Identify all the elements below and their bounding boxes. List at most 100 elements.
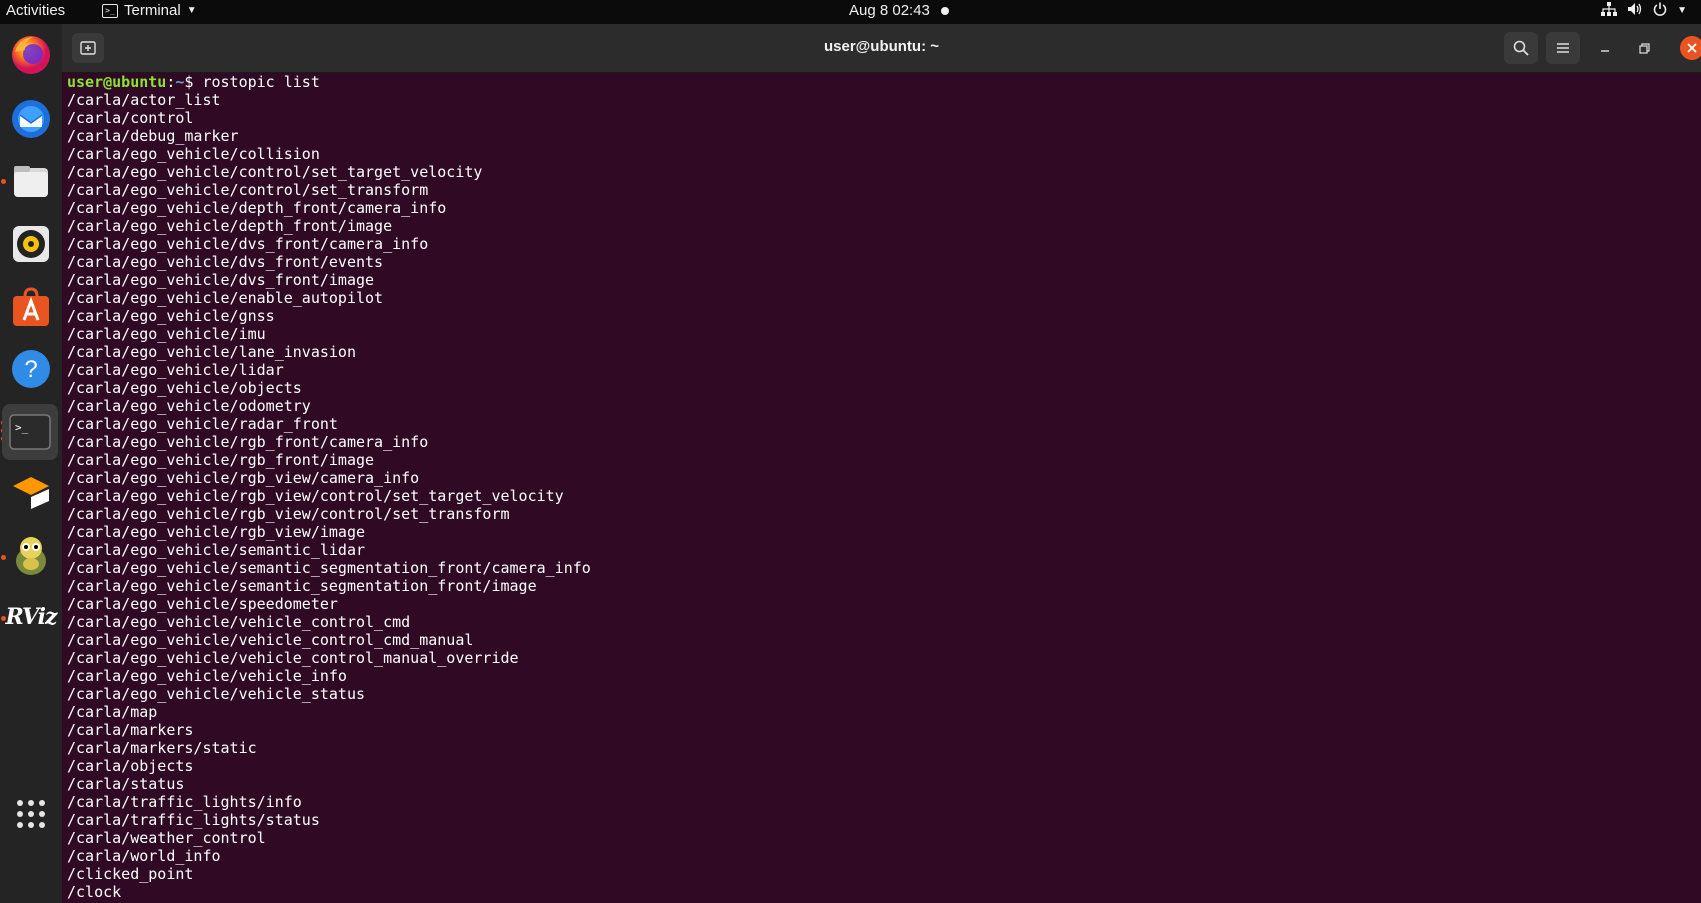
search-button[interactable]: [1504, 32, 1538, 64]
output-line: /carla/ego_vehicle/rgb_view/control/set_…: [67, 487, 564, 505]
volume-icon[interactable]: [1627, 2, 1643, 19]
output-line: /carla/ego_vehicle/radar_front: [67, 415, 338, 433]
svg-text:>_: >_: [15, 421, 29, 434]
chevron-down-icon[interactable]: ▼: [1677, 5, 1687, 16]
output-line: /carla/status: [67, 775, 185, 793]
output-line: /carla/ego_vehicle/lidar: [67, 361, 284, 379]
output-line: /carla/traffic_lights/status: [67, 811, 320, 829]
dock-terminal[interactable]: >_: [2, 404, 58, 460]
window-title: user@ubuntu: ~: [823, 38, 940, 55]
prompt-symbol: $: [184, 73, 203, 91]
terminal-icon: >_: [9, 414, 51, 450]
prompt-line: user@ubuntu:~$ rostopic list: [62, 73, 1701, 91]
app-center-icon: [13, 287, 49, 326]
dock-files[interactable]: [6, 156, 56, 206]
system-tray[interactable]: ▼: [1601, 2, 1687, 19]
output-line: /carla/markers: [67, 721, 194, 739]
dock-help[interactable]: ?: [6, 344, 56, 394]
output-line: /carla/ego_vehicle/gnss: [67, 307, 275, 325]
firefox-icon: [12, 36, 50, 74]
app-menu-label: Terminal: [124, 2, 181, 19]
output-line: /carla/ego_vehicle/dvs_front/events: [67, 253, 384, 271]
output-line: /carla/ego_vehicle/semantic_lidar: [67, 541, 366, 559]
output-line: /carla/control: [67, 109, 194, 127]
output-line: /carla/map: [67, 703, 158, 721]
output-line: /carla/ego_vehicle/rgb_view/control/set_…: [67, 505, 510, 523]
output-line: /carla/traffic_lights/info: [67, 793, 302, 811]
output-line: /carla/ego_vehicle/vehicle_control_manua…: [67, 649, 519, 667]
output-line: /carla/ego_vehicle/rgb_view/camera_info: [67, 469, 420, 487]
output-line: /carla/ego_vehicle/control/set_target_ve…: [67, 163, 483, 181]
folder-icon: [14, 166, 48, 197]
output-line: /carla/ego_vehicle/odometry: [67, 397, 311, 415]
clock[interactable]: Aug 8 02:43: [849, 2, 930, 19]
sublime-text-icon: [13, 477, 49, 509]
app-menu[interactable]: >_ Terminal ▼: [102, 2, 197, 19]
turtle-icon: [16, 537, 46, 575]
search-icon: [1513, 40, 1529, 56]
chevron-down-icon: ▼: [186, 5, 197, 16]
output-line: /carla/ego_vehicle/vehicle_control_cmd_m…: [67, 631, 474, 649]
svg-text:?: ?: [24, 356, 37, 383]
dock-rviz[interactable]: RViz: [5, 592, 57, 642]
output-line: /carla/ego_vehicle/rgb_front/camera_info: [67, 433, 429, 451]
output-line: /clock: [67, 883, 122, 901]
output-line: /carla/ego_vehicle/vehicle_info: [67, 667, 347, 685]
minimize-button[interactable]: [1593, 36, 1617, 60]
dock-ros-turtle[interactable]: [6, 531, 56, 581]
close-button[interactable]: [1680, 36, 1701, 60]
help-icon: ?: [12, 350, 50, 388]
terminal-output[interactable]: user@ubuntu:~$ rostopic list /carla/acto…: [62, 73, 1701, 903]
output-line: /carla/ego_vehicle/control/set_transform: [67, 181, 429, 199]
dock-thunderbird[interactable]: [6, 94, 56, 144]
dock-app-center[interactable]: [6, 282, 56, 332]
thunderbird-icon: [12, 100, 50, 138]
speaker-icon: [13, 226, 49, 262]
power-icon[interactable]: [1653, 2, 1667, 19]
hamburger-menu-icon: [1557, 43, 1569, 53]
output-line: /carla/ego_vehicle/vehicle_status: [67, 685, 366, 703]
output-line: /carla/weather_control: [67, 829, 266, 847]
output-line: /carla/ego_vehicle/depth_front/camera_in…: [67, 199, 447, 217]
output-line: /carla/ego_vehicle/semantic_segmentation…: [67, 577, 537, 595]
output-line: /carla/debug_marker: [67, 127, 239, 145]
output-line: /carla/world_info: [67, 847, 221, 865]
output-line: /carla/ego_vehicle/semantic_segmentation…: [67, 559, 591, 577]
output-line: /carla/objects: [67, 757, 194, 775]
prompt-user: user@ubuntu: [67, 73, 167, 91]
window-header: user@ubuntu: ~: [62, 24, 1701, 73]
output-line: /carla/ego_vehicle/imu: [67, 325, 266, 343]
restore-button[interactable]: [1632, 36, 1656, 60]
restore-icon: [1638, 42, 1650, 54]
show-applications-button[interactable]: [6, 789, 56, 839]
output-line: /carla/ego_vehicle/vehicle_control_cmd: [67, 613, 411, 631]
command-text: rostopic list: [202, 73, 320, 91]
grid-icon: [17, 800, 45, 828]
top-bar: Activities >_ Terminal ▼ Aug 8 02:43 ▼: [0, 0, 1701, 24]
minimize-icon: [1601, 50, 1609, 52]
network-icon[interactable]: [1601, 2, 1618, 19]
output-lines: /carla/actor_list/carla/control/carla/de…: [62, 91, 1701, 901]
output-line: /clicked_point: [67, 865, 194, 883]
output-line: /carla/ego_vehicle/enable_autopilot: [67, 289, 384, 307]
output-line: /carla/ego_vehicle/rgb_view/image: [67, 523, 366, 541]
menu-button[interactable]: [1546, 32, 1580, 64]
notification-dot-icon: [941, 7, 949, 15]
output-line: /carla/ego_vehicle/speedometer: [67, 595, 338, 613]
output-line: /carla/ego_vehicle/dvs_front/image: [67, 271, 375, 289]
output-line: /carla/ego_vehicle/lane_invasion: [67, 343, 356, 361]
activities-button[interactable]: Activities: [6, 2, 65, 19]
dock-rhythmbox[interactable]: [6, 219, 56, 269]
close-icon: [1687, 43, 1697, 53]
rviz-icon: RViz: [5, 604, 57, 630]
output-line: /carla/ego_vehicle/objects: [67, 379, 302, 397]
terminal-app-icon: >_: [102, 3, 118, 18]
output-line: /carla/ego_vehicle/dvs_front/camera_info: [67, 235, 429, 253]
output-line: /carla/ego_vehicle/depth_front/image: [67, 217, 393, 235]
output-line: /carla/ego_vehicle/rgb_front/image: [67, 451, 375, 469]
output-line: /carla/ego_vehicle/collision: [67, 145, 320, 163]
dock-sublime-text[interactable]: [6, 469, 56, 519]
output-line: /carla/actor_list: [67, 91, 221, 109]
dock-firefox[interactable]: [6, 29, 56, 79]
dock: ? >_ RViz: [0, 24, 62, 903]
